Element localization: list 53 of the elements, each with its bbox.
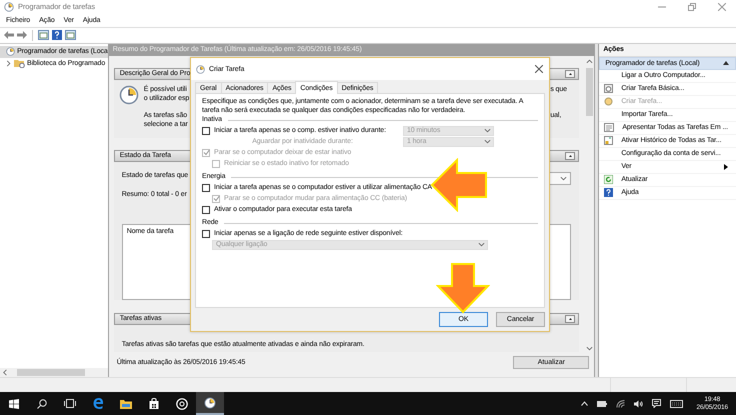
- chevron-right-icon: [5, 60, 12, 68]
- checkmark-icon: [212, 195, 220, 202]
- speaker-icon[interactable]: [634, 400, 644, 408]
- browser-e-icon[interactable]: [92, 398, 104, 409]
- horizontal-scrollbar[interactable]: [0, 368, 108, 378]
- folder-icon[interactable]: [120, 398, 132, 408]
- forward-arrow-icon[interactable]: [17, 31, 27, 40]
- dropdown-chevron-icon: [560, 174, 568, 182]
- help-icon[interactable]: [52, 30, 62, 40]
- scroll-left-icon: [2, 369, 9, 376]
- checkmark-icon: [202, 149, 210, 156]
- chevron-up-icon[interactable]: [581, 401, 588, 406]
- clock-icon: [118, 84, 139, 105]
- dropdown-chevron-icon: [478, 241, 485, 248]
- help-icon: [604, 188, 614, 198]
- callout-arrow: [436, 262, 490, 314]
- scroll-up-icon: [586, 58, 593, 65]
- maximize-icon[interactable]: [688, 2, 696, 11]
- scrollbar-thumb[interactable]: [17, 369, 85, 376]
- collapse-button[interactable]: [565, 152, 576, 160]
- window-list-icon: [604, 123, 614, 132]
- collapse-icon[interactable]: [723, 61, 729, 66]
- submenu-arrow-icon: [724, 164, 728, 170]
- keyboard-icon[interactable]: [670, 400, 684, 408]
- clock-icon[interactable]: [204, 396, 216, 408]
- scroll-down-icon: [586, 345, 593, 352]
- caret-up-icon: [568, 318, 572, 320]
- clock-icon: [6, 47, 16, 56]
- wifi-icon[interactable]: [616, 400, 626, 408]
- refresh-icon: [604, 175, 614, 184]
- windows-logo-icon[interactable]: [9, 398, 19, 408]
- calendar-icon: [604, 84, 614, 94]
- notification-icon[interactable]: [652, 399, 662, 408]
- scrollbar-thumb[interactable]: [586, 68, 593, 116]
- callout-arrow: [430, 158, 488, 212]
- clock-icon: [196, 64, 205, 74]
- clock-icon: [604, 97, 614, 106]
- disc-icon[interactable]: [176, 398, 188, 410]
- folder-icon: [14, 59, 25, 68]
- app-clock-icon: [4, 2, 14, 12]
- close-icon[interactable]: [535, 65, 543, 73]
- collapse-button[interactable]: [565, 314, 576, 323]
- shopping-bag-icon[interactable]: [149, 398, 159, 409]
- search-icon[interactable]: [37, 398, 47, 408]
- document-icon: [604, 136, 614, 146]
- collapse-button[interactable]: [565, 70, 576, 78]
- battery-icon[interactable]: [597, 400, 608, 406]
- back-arrow-icon[interactable]: [4, 31, 14, 40]
- console-tree-icon[interactable]: [38, 30, 49, 40]
- caret-up-icon: [568, 154, 572, 157]
- caret-up-icon: [568, 72, 572, 75]
- action-pane-icon[interactable]: [65, 30, 76, 40]
- task-view-icon[interactable]: [64, 399, 76, 408]
